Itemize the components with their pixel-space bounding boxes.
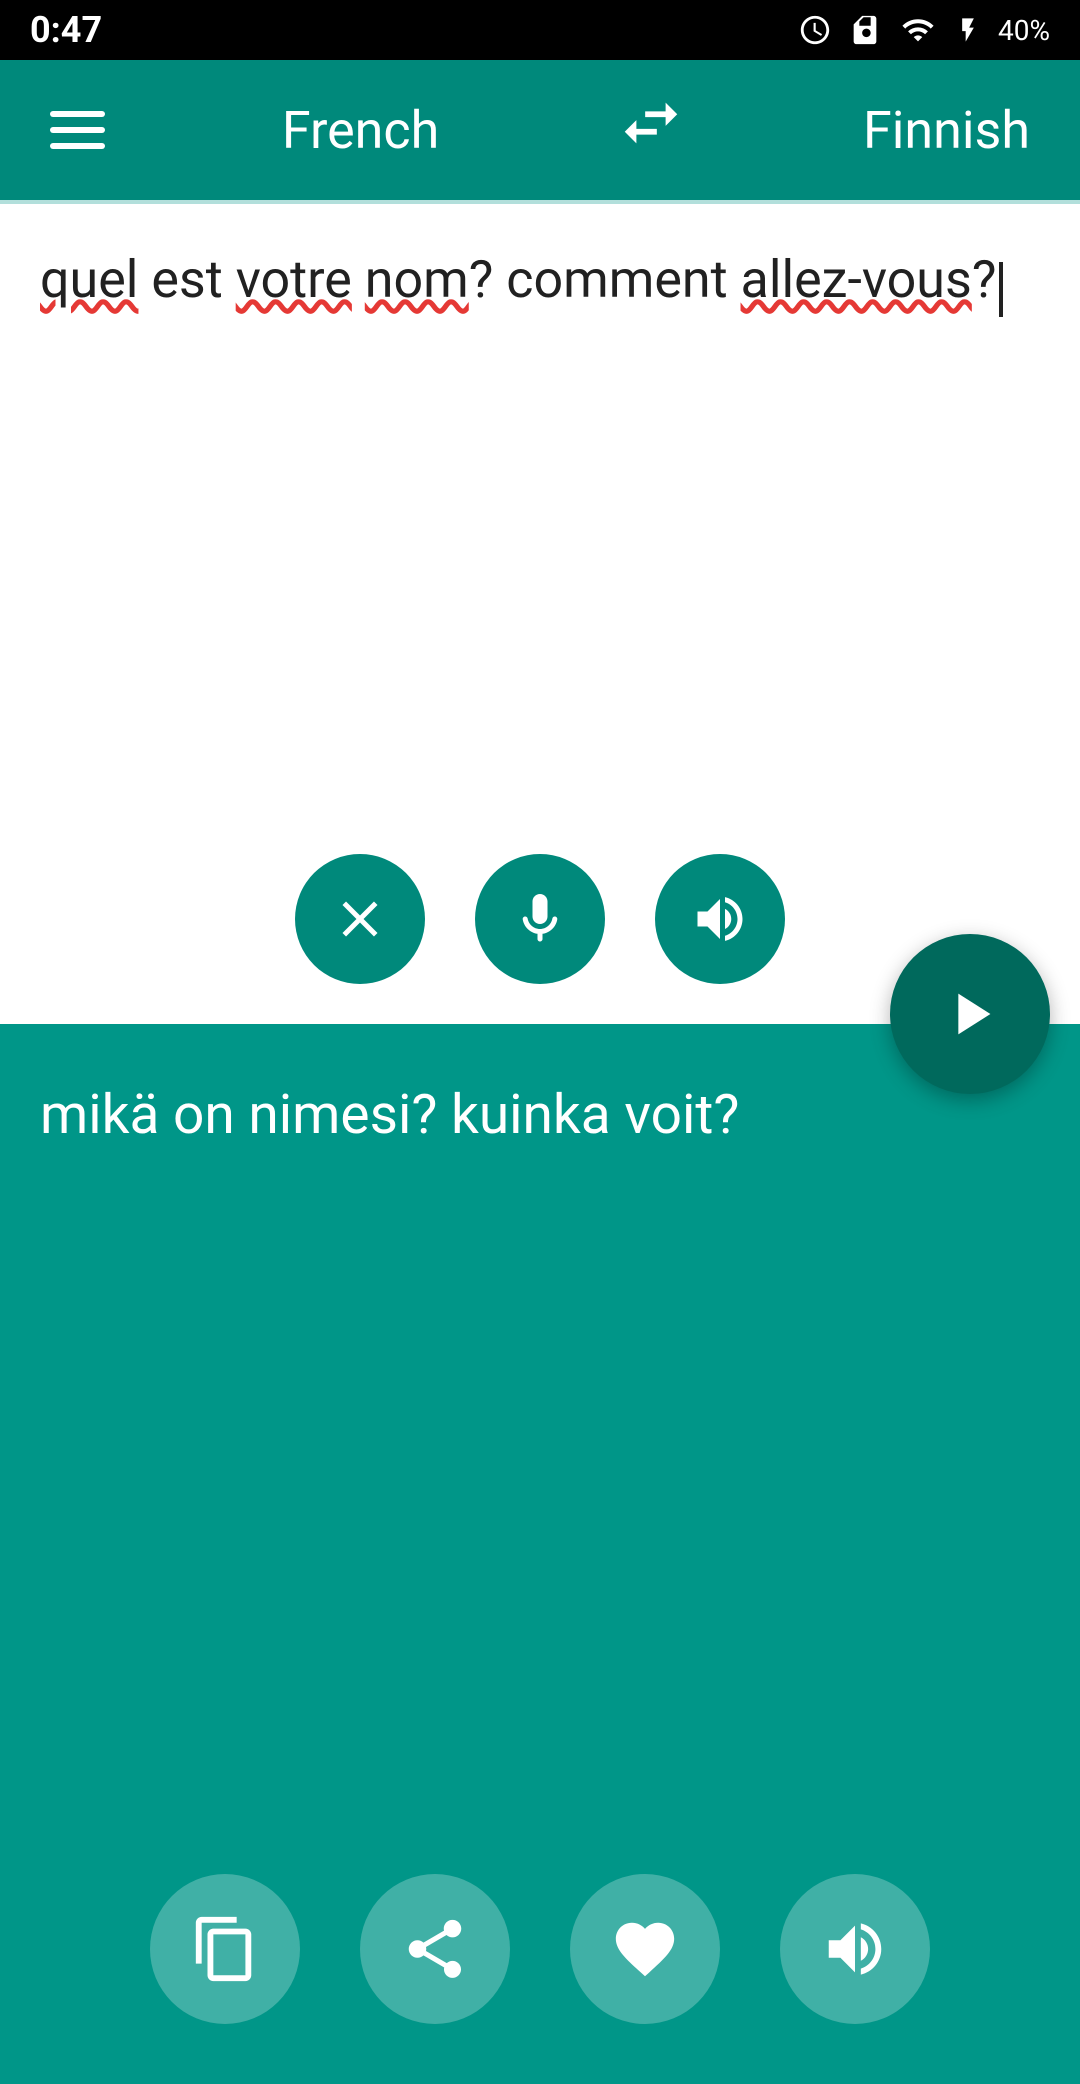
input-actions	[295, 854, 785, 984]
toolbar: French Finnish	[0, 60, 1080, 200]
clear-button[interactable]	[295, 854, 425, 984]
status-time: 0:47	[30, 9, 102, 51]
translation-text: mikä on nimesi? kuinka voit?	[40, 1074, 1040, 1157]
send-icon	[935, 979, 1005, 1049]
panels-container: quel est votre nom? comment allez-vous? …	[0, 204, 1080, 2084]
volume-icon	[690, 889, 750, 949]
charge-icon	[954, 13, 982, 47]
share-button[interactable]	[360, 1874, 510, 2024]
microphone-button[interactable]	[475, 854, 605, 984]
target-language-button[interactable]: Finnish	[863, 100, 1030, 161]
input-text[interactable]: quel est votre nom? comment allez-vous?	[40, 244, 1040, 317]
send-translate-button[interactable]	[890, 934, 1050, 1094]
share-icon	[400, 1914, 470, 1984]
word-nom: nom	[365, 249, 469, 310]
word-allez-vous: allez-vous	[741, 249, 972, 310]
word-votre: votre	[236, 249, 352, 310]
close-icon	[330, 889, 390, 949]
copy-button[interactable]	[150, 1874, 300, 2024]
status-bar: 0:47 40%	[0, 0, 1080, 60]
volume-translation-icon	[820, 1914, 890, 1984]
swap-icon	[616, 88, 686, 158]
source-language-button[interactable]: French	[282, 100, 439, 161]
microphone-icon	[510, 889, 570, 949]
swap-languages-button[interactable]	[616, 88, 686, 172]
alarm-icon	[798, 13, 832, 47]
menu-button[interactable]	[50, 111, 105, 149]
input-panel: quel est votre nom? comment allez-vous?	[0, 204, 1080, 1024]
copy-icon	[190, 1914, 260, 1984]
word-quel: quel	[40, 249, 138, 310]
speak-source-button[interactable]	[655, 854, 785, 984]
battery-level: 40%	[998, 14, 1050, 47]
translation-panel: mikä on nimesi? kuinka voit?	[0, 1024, 1080, 2084]
heart-icon	[610, 1914, 680, 1984]
favorite-button[interactable]	[570, 1874, 720, 2024]
speak-translation-button[interactable]	[780, 1874, 930, 2024]
status-icons: 40%	[798, 13, 1050, 47]
translation-actions	[150, 1874, 930, 2024]
sim-icon	[848, 13, 882, 47]
signal-icon	[898, 13, 938, 47]
